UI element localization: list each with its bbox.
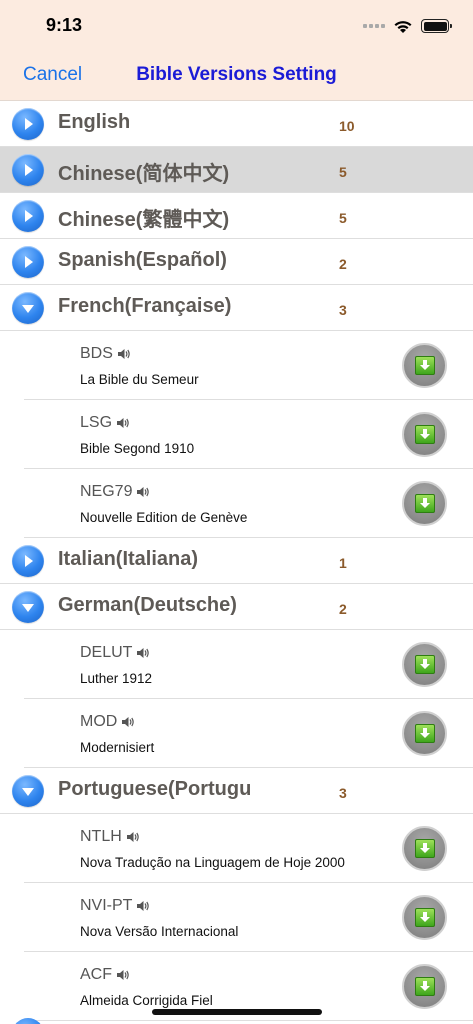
- language-name: Chinese(简体中文): [58, 163, 230, 185]
- version-row[interactable]: NVI-PT Nova Versão Internacional: [24, 883, 473, 952]
- version-code: NTLH: [80, 828, 140, 846]
- speaker-icon: [136, 486, 150, 498]
- chevron-right-icon[interactable]: [12, 108, 44, 140]
- language-name: Italian(Italiana): [58, 548, 199, 570]
- version-code-text: BDS: [80, 345, 113, 362]
- version-name: Luther 1912: [80, 671, 153, 686]
- language-row[interactable]: Portuguese(Portugu 3: [0, 768, 473, 814]
- language-name: French(Française): [58, 295, 232, 317]
- download-button[interactable]: [402, 826, 447, 871]
- download-button[interactable]: [402, 343, 447, 388]
- language-name: German(Deutsche): [58, 594, 237, 616]
- cellular-signal-icon: [363, 24, 385, 28]
- version-name: Modernisiert: [80, 740, 155, 755]
- version-row[interactable]: BDS La Bible du Semeur: [24, 331, 473, 400]
- download-icon: [415, 356, 435, 375]
- status-indicators: [363, 16, 452, 36]
- version-code: BDS: [80, 345, 131, 363]
- version-name: Nova Versão Internacional: [80, 924, 239, 939]
- chevron-right-icon[interactable]: [12, 154, 44, 186]
- battery-icon: [421, 19, 452, 33]
- download-button[interactable]: [402, 964, 447, 1009]
- chevron-down-icon[interactable]: [12, 591, 44, 623]
- language-row[interactable]: Chinese(繁體中文) 5: [0, 193, 473, 239]
- version-count: 3: [339, 785, 347, 801]
- download-icon: [415, 655, 435, 674]
- speaker-icon: [116, 417, 130, 429]
- wifi-icon: [394, 20, 412, 33]
- language-name: Spanish(Español): [58, 249, 227, 271]
- version-code-text: MOD: [80, 713, 118, 730]
- language-row[interactable]: German(Deutsche) 2: [0, 584, 473, 630]
- home-indicator[interactable]: [152, 1009, 322, 1015]
- version-row[interactable]: NTLH Nova Tradução na Linguagem de Hoje 2…: [24, 814, 473, 883]
- speaker-icon: [136, 900, 150, 912]
- download-icon: [415, 977, 435, 996]
- download-button[interactable]: [402, 642, 447, 687]
- version-code-text: NVI-PT: [80, 897, 133, 914]
- chevron-right-icon[interactable]: [12, 200, 44, 232]
- version-name: La Bible du Semeur: [80, 372, 199, 387]
- speaker-icon: [121, 716, 135, 728]
- version-row[interactable]: NEG79 Nouvelle Edition de Genève: [24, 469, 473, 538]
- download-button[interactable]: [402, 711, 447, 756]
- download-icon: [415, 908, 435, 927]
- status-time: 9:13: [46, 15, 83, 35]
- download-icon: [415, 425, 435, 444]
- language-name: Chinese(繁體中文): [58, 209, 230, 231]
- version-count: 3: [339, 302, 347, 318]
- chevron-right-icon[interactable]: [12, 545, 44, 577]
- speaker-icon: [136, 647, 150, 659]
- language-row[interactable]: French(Française) 3: [0, 285, 473, 331]
- version-count: 2: [339, 601, 347, 617]
- version-code: LSG: [80, 414, 130, 432]
- language-row[interactable]: Chinese(简体中文) 5: [0, 147, 473, 193]
- download-icon: [415, 839, 435, 858]
- version-name: Bible Segond 1910: [80, 441, 195, 456]
- version-code: NVI-PT: [80, 897, 150, 915]
- version-code-text: DELUT: [80, 644, 133, 661]
- version-name: Nouvelle Edition de Genève: [80, 510, 248, 525]
- version-code-text: NEG79: [80, 483, 133, 500]
- language-row[interactable]: Spanish(Español) 2: [0, 239, 473, 285]
- download-icon: [415, 724, 435, 743]
- version-code: DELUT: [80, 644, 150, 662]
- cancel-button[interactable]: Cancel: [23, 64, 82, 86]
- language-name: English: [58, 111, 131, 133]
- version-row[interactable]: LSG Bible Segond 1910: [24, 400, 473, 469]
- version-name: Almeida Corrigida Fiel: [80, 993, 213, 1008]
- version-code: MOD: [80, 713, 135, 731]
- navigation-header: 9:13 Bible Versions Setting Cancel: [0, 0, 473, 101]
- download-button[interactable]: [402, 481, 447, 526]
- version-code-text: NTLH: [80, 828, 122, 845]
- version-count: 5: [339, 164, 347, 180]
- chevron-down-icon[interactable]: [12, 775, 44, 807]
- version-code: ACF: [80, 966, 130, 984]
- version-row[interactable]: MOD Modernisiert: [24, 699, 473, 768]
- speaker-icon: [116, 969, 130, 981]
- language-name: Portuguese(Portugu: [58, 778, 252, 800]
- version-code: NEG79: [80, 483, 150, 501]
- version-row[interactable]: DELUT Luther 1912: [24, 630, 473, 699]
- version-count: 1: [339, 555, 347, 571]
- version-code-text: LSG: [80, 414, 113, 431]
- language-row[interactable]: English 10: [0, 101, 473, 147]
- download-icon: [415, 494, 435, 513]
- chevron-down-icon[interactable]: [12, 292, 44, 324]
- version-name: Nova Tradução na Linguagem de Hoje 2000: [80, 855, 345, 870]
- version-count: 10: [339, 118, 355, 134]
- speaker-icon: [117, 348, 131, 360]
- language-row[interactable]: Italian(Italiana) 1: [0, 538, 473, 584]
- download-button[interactable]: [402, 412, 447, 457]
- version-code-text: ACF: [80, 966, 112, 983]
- chevron-right-icon[interactable]: [12, 246, 44, 278]
- bible-versions-list[interactable]: English 10 Chinese(简体中文) 5 Chinese(繁體中文) 5 Spa…: [0, 101, 473, 1021]
- version-count: 5: [339, 210, 347, 226]
- version-count: 2: [339, 256, 347, 272]
- speaker-icon: [126, 831, 140, 843]
- download-button[interactable]: [402, 895, 447, 940]
